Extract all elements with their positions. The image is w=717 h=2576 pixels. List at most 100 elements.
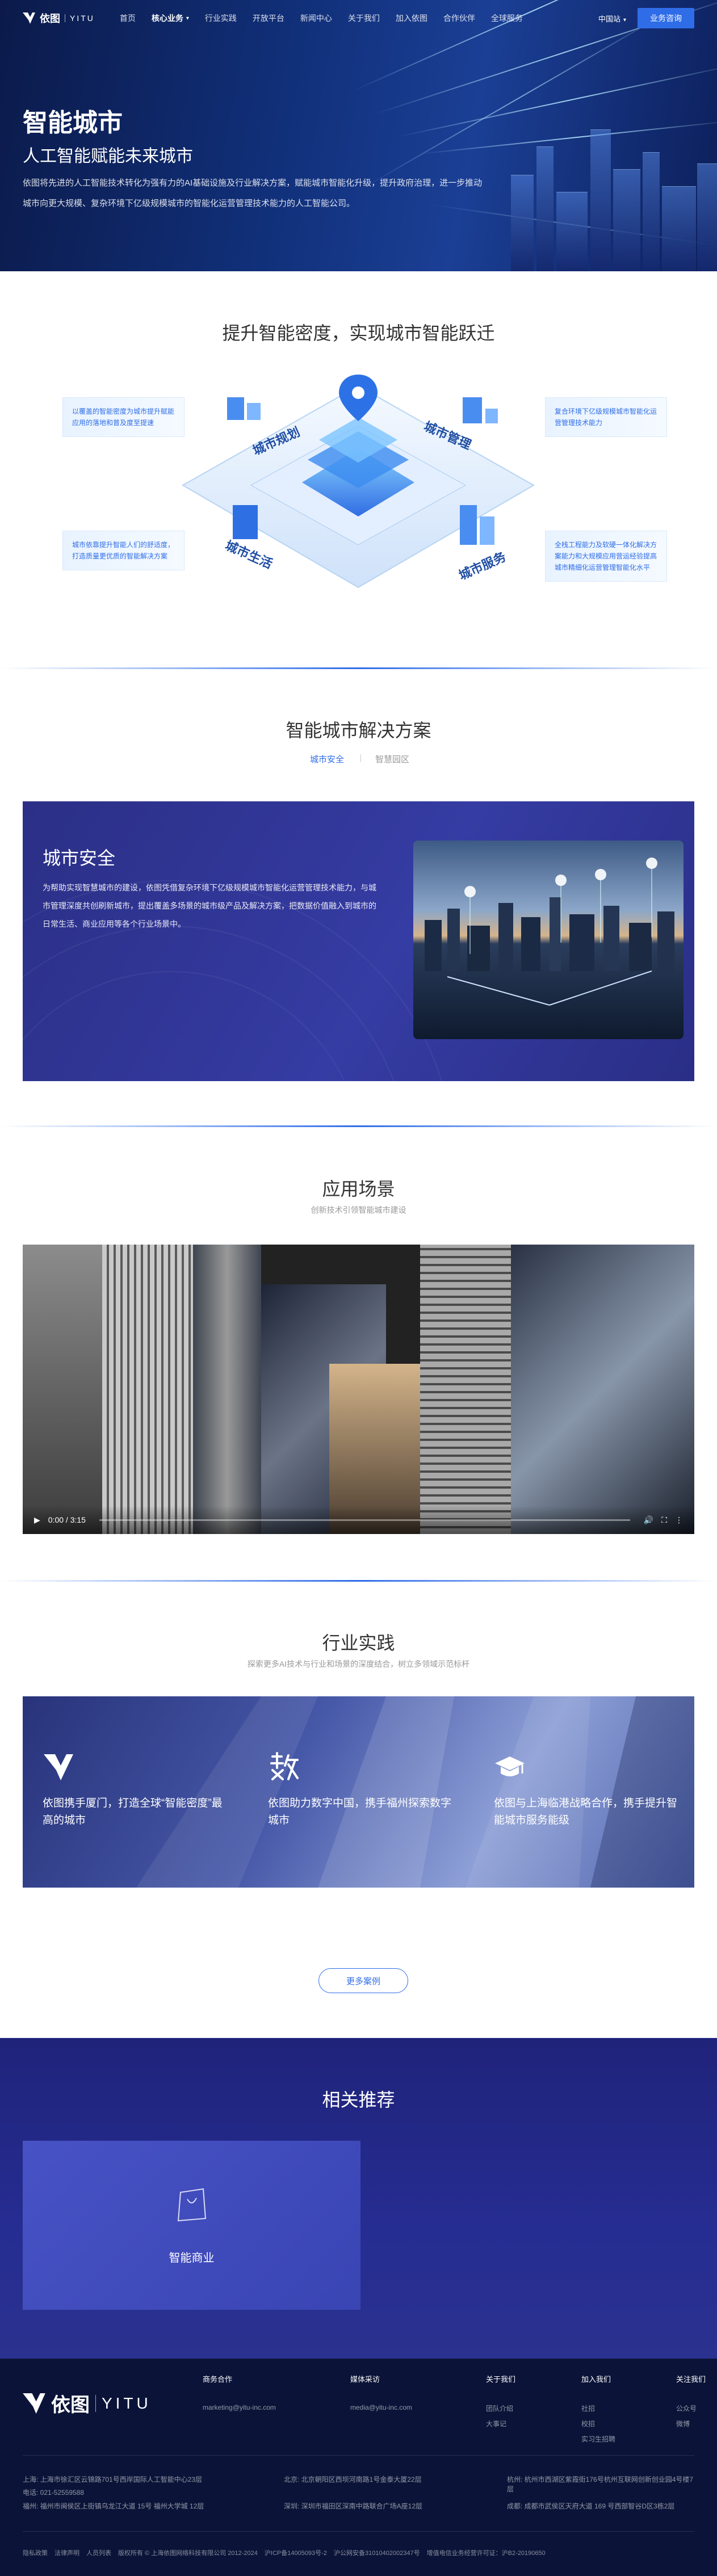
recommend-title: 相关推荐 — [322, 2090, 395, 2110]
footer-address: 上海: 上海市徐汇区云锦路701号西岸国际人工智能中心23层 — [23, 2476, 203, 2483]
nav-menu: 首页 核心业务 ▾ 行业实践 开放平台 新闻中心 关于我们 加入依图 合作伙伴 全… — [112, 0, 531, 36]
density-note: 以覆盖的智能密度为城市提升赋能应用的落地和普及度至提速 — [62, 397, 185, 437]
section-divider — [0, 1580, 717, 1582]
hero-title: 智能城市 — [23, 109, 123, 137]
practice-item-text: 依图与上海临港战略合作，携手提升智能城市服务能级 — [494, 1797, 678, 1826]
people-link[interactable]: 人员列表 — [86, 2548, 111, 2557]
practice-title: 行业实践 — [322, 1633, 395, 1653]
nav-item-industry[interactable]: 行业实践 — [197, 0, 245, 36]
contact-button[interactable]: 业务咨询 — [638, 8, 694, 28]
top-nav: 依图 YITU 首页 核心业务 ▾ 行业实践 开放平台 新闻中心 关于我们 加入依… — [0, 0, 717, 36]
brand-name-en: YITU — [102, 2394, 152, 2412]
density-note: 城市依靠提升智能人们的舒适度，打造质量更优质的智能解决方案 — [62, 531, 185, 570]
scenes-video[interactable]: ▶ 0:00 / 3:15 🔊 ⛶ ⋮ — [23, 1245, 694, 1534]
copyright-text: 版权所有 © 上海依图网络科技有限公司 2012-2024 — [118, 2550, 258, 2557]
footer-address: 北京: 北京朝阳区西坝河南路1号金泰大厦22层 — [284, 2476, 422, 2483]
video-controls: ▶ 0:00 / 3:15 🔊 ⛶ ⋮ — [23, 1506, 694, 1534]
city-night-image — [413, 841, 684, 1039]
shopping-bag-icon — [177, 2188, 207, 2222]
nav-item-core-business[interactable]: 核心业务 ▾ — [144, 0, 197, 36]
density-title: 提升智能密度，实现城市智能跃迁 — [222, 323, 495, 343]
yitu-logo-icon — [44, 1754, 73, 1780]
scenes-subtitle: 创新技术引领智能城市建设 — [311, 1205, 406, 1215]
footer-address: 福州: 福州市闽侯区上街镇乌龙江大道 15号 福州大学城 12层 — [23, 2502, 204, 2510]
volume-icon[interactable]: 🔊 — [644, 1515, 653, 1525]
tab-city-security[interactable]: 城市安全 — [310, 753, 344, 765]
chevron-down-icon: ▾ — [623, 16, 626, 23]
video-frame-building — [102, 1245, 193, 1534]
privacy-link[interactable]: 隐私政策 — [23, 2548, 48, 2557]
video-time: 0:00 / 3:15 — [48, 1515, 86, 1524]
practice-item[interactable]: 依图与上海临港战略合作，携手提升智能城市服务能级 — [494, 1751, 681, 1829]
practice-subtitle: 探索更多AI技术与行业和场景的深度结合，树立多领域示范标杆 — [247, 1659, 470, 1669]
shu-calligraphy-icon — [270, 1752, 299, 1780]
video-frame-building — [420, 1245, 511, 1534]
recommend-card[interactable]: 智能商业 — [23, 2141, 360, 2310]
icp-link[interactable]: 沪ICP备14005093号-2 — [265, 2548, 327, 2557]
language-switch[interactable]: 中国站 ▾ — [598, 13, 626, 24]
brand-logo[interactable]: 依图 YITU — [23, 11, 95, 26]
density-note: 复合环境下亿级规模城市智能化运营管理技术能力 — [545, 397, 667, 437]
practice-item-text: 依图携手厦门，打造全球“智能密度”最高的城市 — [43, 1797, 223, 1826]
video-frame-building — [193, 1245, 261, 1534]
brand-name-cn: 依图 — [40, 13, 60, 24]
brand-name-en: YITU — [70, 14, 95, 23]
footer-address: 成都: 成都市武侯区天府大道 169 号西部智谷D区3栋2层 — [507, 2502, 675, 2510]
brand-name-cn: 依图 — [51, 2394, 90, 2416]
footer-link[interactable]: 大事记 — [486, 2419, 506, 2428]
telecom-license-text: 增值电信业务经营许可证：沪B2-20190650 — [426, 2550, 546, 2557]
recommend-card-label: 智能商业 — [169, 2252, 215, 2264]
nav-item-partners[interactable]: 合作伙伴 — [435, 0, 483, 36]
nav-item-label: 核心业务 — [151, 14, 183, 23]
footer-column-heading: 关注我们 — [676, 2375, 706, 2384]
footer-link[interactable]: 团队介绍 — [486, 2403, 513, 2413]
footer-email-link[interactable]: media@yitu-inc.com — [350, 2403, 412, 2411]
police-record-link[interactable]: 沪公网安备31010402002347号 — [334, 2548, 420, 2557]
practice-item[interactable]: 依图携手厦门，打造全球“智能密度”最高的城市 — [43, 1751, 230, 1829]
footer-column-heading: 加入我们 — [581, 2375, 611, 2384]
hero-subtitle: 人工智能赋能未来城市 — [23, 147, 193, 166]
tab-smart-park[interactable]: 智慧园区 — [375, 753, 409, 765]
footer-logo[interactable]: 依图 YITU — [23, 2389, 152, 2417]
city-isometric-illustration — [181, 375, 535, 589]
section-divider — [0, 1125, 717, 1127]
footer-address: 杭州: 杭州市西湖区紫霞街176号杭州互联网创新创业园4号楼7层 — [507, 2476, 694, 2493]
graduation-cap-icon — [495, 1756, 525, 1776]
footer-column-heading: 关于我们 — [486, 2375, 516, 2384]
nav-item-news[interactable]: 新闻中心 — [292, 0, 340, 36]
footer-link[interactable]: 实习生招聘 — [581, 2434, 615, 2444]
practice-item-text: 依图助力数字中国，携手福州探索数字城市 — [268, 1797, 452, 1826]
yitu-logo-icon — [23, 12, 35, 24]
footer-link[interactable]: 公众号 — [676, 2403, 697, 2413]
nav-right: 中国站 ▾ 业务咨询 — [598, 8, 694, 28]
nav-item-join[interactable]: 加入依图 — [388, 0, 435, 36]
tab-separator — [360, 754, 361, 762]
video-progress[interactable] — [99, 1519, 630, 1521]
more-options-icon[interactable]: ⋮ — [675, 1515, 683, 1525]
nav-item-global[interactable]: 全球服务 — [483, 0, 531, 36]
solution-panel-description: 为帮助实现智慧城市的建设，依图凭借复杂环境下亿级规模城市智能化运营管理技术能力，… — [43, 883, 376, 928]
footer-link[interactable]: 微博 — [676, 2419, 690, 2428]
footer-divider — [23, 2455, 694, 2456]
play-icon[interactable]: ▶ — [34, 1515, 40, 1525]
footer-phone: 电话: 021-52559588 — [23, 2489, 85, 2497]
footer-column-heading: 媒体采访 — [350, 2375, 380, 2384]
footer-email-link[interactable]: marketing@yitu-inc.com — [203, 2403, 276, 2411]
solutions-title: 智能城市解决方案 — [286, 720, 431, 741]
section-divider — [0, 667, 717, 669]
hero-description: 依图将先进的人工智能技术转化为强有力的AI基础设施及行业解决方案，赋能城市智能化… — [23, 178, 483, 208]
nav-item-about[interactable]: 关于我们 — [340, 0, 388, 36]
language-label: 中国站 — [598, 14, 620, 23]
practice-item[interactable]: 依图助力数字中国，携手福州探索数字城市 — [268, 1751, 455, 1829]
fullscreen-icon[interactable]: ⛶ — [661, 1515, 667, 1525]
more-cases-button[interactable]: 更多案例 — [318, 1968, 408, 1993]
nav-item-home[interactable]: 首页 — [112, 0, 144, 36]
density-diagram — [170, 363, 547, 624]
density-note: 全栈工程能力及软硬一体化解决方案能力和大规模应用营运经验提高城市精细化运营管理智… — [545, 531, 667, 582]
footer-column-heading: 商务合作 — [203, 2375, 233, 2384]
nav-item-open-platform[interactable]: 开放平台 — [245, 0, 292, 36]
footer-address: 深圳: 深圳市福田区深南中路联合广场A座12层 — [284, 2502, 423, 2510]
footer-link[interactable]: 社招 — [581, 2403, 595, 2413]
footer-link[interactable]: 校招 — [581, 2419, 595, 2428]
legal-link[interactable]: 法律声明 — [54, 2548, 79, 2557]
